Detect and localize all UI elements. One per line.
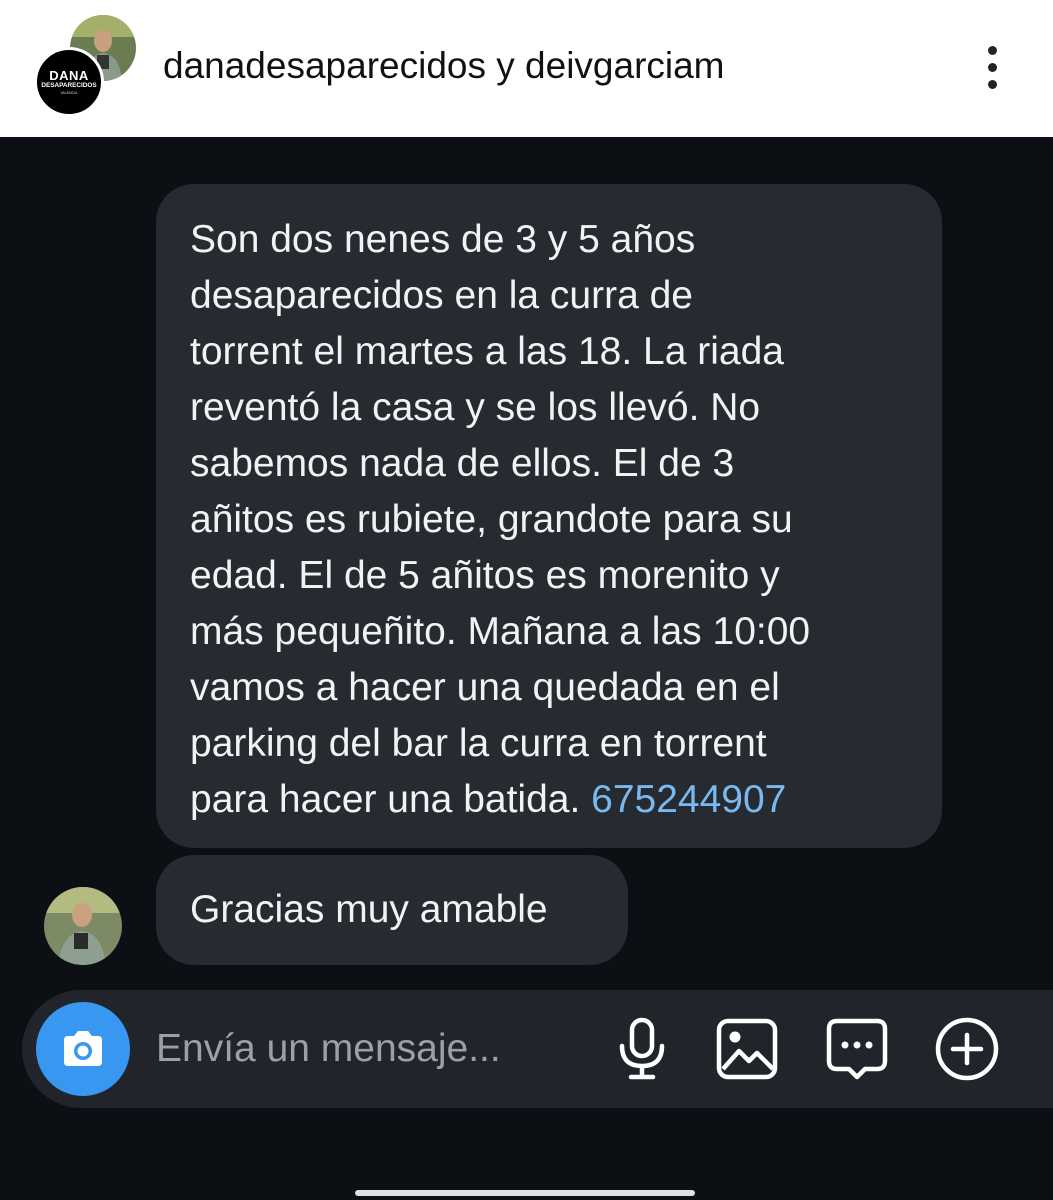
message-composer (22, 990, 1053, 1108)
home-indicator (355, 1190, 695, 1196)
dana-logo: DANA DESAPARECIDOS VALENCIA (34, 47, 104, 117)
camera-button[interactable] (36, 1002, 130, 1096)
camera-icon (64, 1031, 102, 1066)
sender-avatar[interactable] (44, 887, 122, 965)
message-text: Gracias muy amable (190, 888, 548, 931)
plus-icon (935, 1017, 999, 1081)
sticker-button[interactable] (822, 1014, 892, 1084)
chat-title[interactable]: danadesaparecidos y deivgarciam (163, 44, 725, 88)
message-bubble[interactable]: Gracias muy amable (156, 855, 628, 965)
gallery-button[interactable] (712, 1014, 782, 1084)
gallery-icon (716, 1018, 778, 1080)
more-options-icon[interactable] (975, 42, 1011, 92)
add-button[interactable] (932, 1014, 1002, 1084)
sticker-icon (826, 1018, 888, 1080)
group-avatar[interactable]: DANA DESAPARECIDOS VALENCIA (34, 15, 138, 119)
microphone-button[interactable] (607, 1014, 677, 1084)
microphone-icon (619, 1017, 665, 1080)
phone-link[interactable]: 675244907 (591, 778, 786, 821)
message-text: Son dos nenes de 3 y 5 años desaparecido… (190, 218, 811, 821)
message-bubble[interactable]: Son dos nenes de 3 y 5 años desaparecido… (156, 184, 942, 848)
message-input[interactable] (156, 1020, 586, 1078)
chat-header: DANA DESAPARECIDOS VALENCIA danadesapare… (0, 0, 1053, 137)
